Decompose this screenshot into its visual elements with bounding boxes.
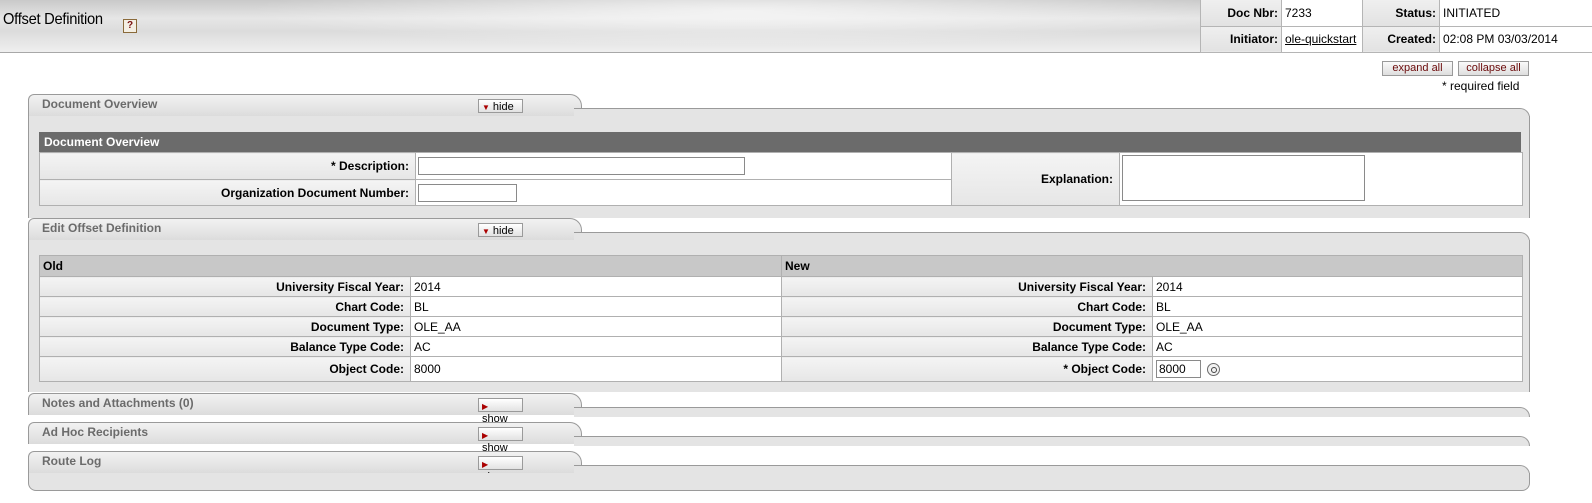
maintenance-table: Old New University Fiscal Year: 2014 Uni… [39, 255, 1523, 382]
old-balance-type-label: Balance Type Code: [39, 336, 411, 357]
triangle-right-icon: ▶ [482, 460, 489, 469]
new-object-code-label: * Object Code: [781, 356, 1153, 382]
tab-title-document-overview: Document Overview [42, 97, 158, 111]
new-document-type-value: OLE_AA [1152, 316, 1523, 337]
initiator-label: Initiator: [1200, 26, 1282, 54]
tab-line [574, 407, 1530, 417]
org-doc-number-cell [415, 179, 952, 206]
collapse-all-button[interactable]: collapse all [1458, 61, 1529, 76]
status-label: Status: [1362, 0, 1440, 27]
old-balance-type-value: AC [410, 336, 782, 357]
tab-title-notes-and-attachments: Notes and Attachments (0) [42, 396, 194, 410]
document-overview-table: * Description: Explanation: Organization… [39, 152, 1523, 206]
route-log-footer [28, 473, 1530, 491]
tab-edit-offset-definition: Edit Offset Definition ▼ hide [28, 218, 1530, 242]
triangle-down-icon: ▼ [482, 103, 490, 112]
new-balance-type-value: AC [1152, 336, 1523, 357]
old-chart-code-value: BL [410, 296, 782, 317]
org-doc-number-label: Organization Document Number: [39, 179, 416, 206]
doc-nbr-label: Doc Nbr: [1200, 0, 1282, 27]
explanation-label: Explanation: [951, 152, 1120, 206]
explanation-textarea[interactable] [1122, 154, 1365, 201]
org-doc-number-input[interactable] [418, 183, 517, 202]
old-document-type-value: OLE_AA [410, 316, 782, 337]
page-title: Offset Definition [3, 11, 103, 28]
description-input[interactable] [418, 157, 745, 175]
notes-toggle-button[interactable]: ▶show [478, 398, 523, 425]
document-overview-toggle-button[interactable]: ▼ hide [478, 99, 523, 113]
magnifier-icon[interactable] [1207, 363, 1220, 377]
new-chart-code-value: BL [1152, 296, 1523, 317]
doc-nbr-value: 7233 [1281, 0, 1363, 27]
expand-all-button[interactable]: expand all [1382, 61, 1453, 76]
tab-title-route-log: Route Log [42, 454, 102, 468]
description-cell [415, 152, 952, 180]
created-value: 02:08 PM 03/03/2014 [1439, 26, 1592, 54]
route-log-toggle-button[interactable]: ▶show [478, 456, 523, 483]
document-overview-body: Document Overview * Description: Explana… [28, 116, 1530, 218]
created-label: Created: [1362, 26, 1440, 54]
new-document-type-label: Document Type: [781, 316, 1153, 337]
tab-document-overview: Document Overview ▼ hide [28, 94, 1530, 118]
object-code-input[interactable] [1156, 360, 1201, 378]
page-header: Offset Definition ? Doc Nbr: 7233 Status… [0, 0, 1592, 54]
tab-line [574, 436, 1530, 446]
old-object-code-label: Object Code: [39, 356, 411, 382]
document-header-table: Doc Nbr: 7233 Status: INITIATED Initiato… [1200, 0, 1592, 54]
triangle-right-icon: ▶ [482, 431, 489, 440]
initiator-link[interactable]: ole-quickstart [1285, 32, 1356, 46]
tab-title-edit-offset-definition: Edit Offset Definition [42, 221, 162, 235]
new-chart-code-label: Chart Code: [781, 296, 1153, 317]
old-fiscal-year-value: 2014 [410, 276, 782, 297]
tab-notes-and-attachments: Notes and Attachments (0) ▶show [28, 393, 1530, 425]
new-fiscal-year-label: University Fiscal Year: [781, 276, 1153, 297]
status-value: INITIATED [1439, 0, 1592, 27]
edit-offset-toggle-button[interactable]: ▼ hide [478, 223, 523, 237]
old-document-type-label: Document Type: [39, 316, 411, 337]
new-object-code-cell [1152, 356, 1523, 382]
new-balance-type-label: Balance Type Code: [781, 336, 1153, 357]
new-fiscal-year-value: 2014 [1152, 276, 1523, 297]
old-chart-code-label: Chart Code: [39, 296, 411, 317]
description-label: * Description: [39, 152, 416, 180]
tab-route-log: Route Log ▶show [28, 451, 1530, 483]
adhoc-toggle-button[interactable]: ▶show [478, 427, 523, 454]
triangle-down-icon: ▼ [482, 227, 490, 236]
help-icon[interactable]: ? [123, 19, 137, 33]
old-fiscal-year-label: University Fiscal Year: [39, 276, 411, 297]
explanation-cell [1119, 152, 1523, 206]
document-overview-section-header: Document Overview [39, 132, 1521, 152]
header-decoration [160, 0, 1220, 53]
tab-ad-hoc-recipients: Ad Hoc Recipients ▶show [28, 422, 1530, 454]
old-header: Old [39, 255, 782, 277]
new-header: New [781, 255, 1523, 277]
initiator-cell: ole-quickstart [1281, 26, 1363, 54]
triangle-right-icon: ▶ [482, 402, 489, 411]
toggle-label: hide [492, 225, 514, 237]
tab-title-ad-hoc-recipients: Ad Hoc Recipients [42, 425, 149, 439]
old-object-code-value: 8000 [410, 356, 782, 382]
edit-offset-body: Old New University Fiscal Year: 2014 Uni… [28, 240, 1530, 392]
required-field-note: * required field [1442, 79, 1520, 93]
toggle-label: hide [492, 101, 514, 113]
